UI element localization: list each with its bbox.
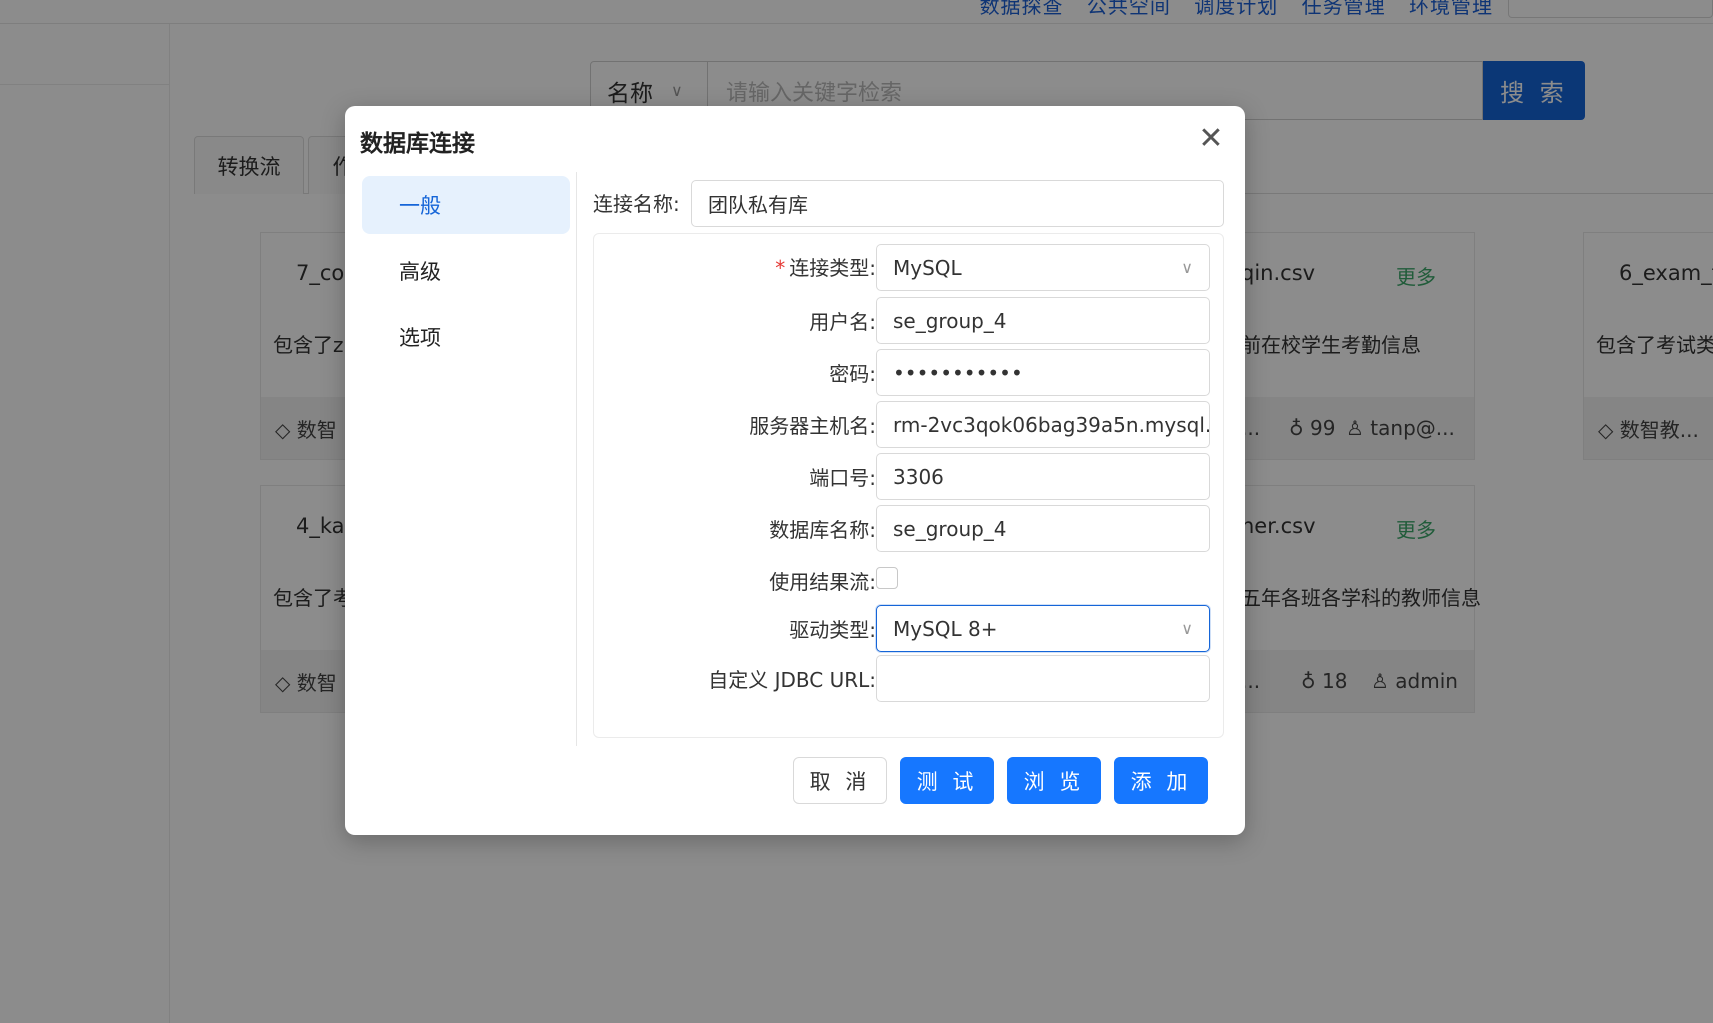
db-connection-dialog: 数据库连接 ✕ 一般 高级 选项 连接名称: 团队私有库 * 连接类型: 用户名:… [345,106,1245,835]
driver-select[interactable]: MySQL 8+ ∨ [876,605,1210,652]
label-column: * 连接类型: 用户名: 密码: 服务器主机名: 端口号: 数据库名称: 使用结果… [594,234,876,737]
side-menu-general[interactable]: 一般 [362,176,570,234]
username-label: 用户名: [809,310,876,334]
close-icon[interactable]: ✕ [1195,124,1227,156]
dialog-side-menu: 一般 高级 选项 [362,176,570,374]
chevron-down-icon: ∨ [1181,258,1193,277]
side-menu-options[interactable]: 选项 [362,308,570,366]
add-button[interactable]: 添 加 [1114,757,1208,804]
conn-type-label: * 连接类型: [775,256,876,280]
driver-label: 驱动类型: [789,618,876,642]
required-asterisk: * [775,256,786,280]
connection-name-label: 连接名称: [593,192,680,216]
chevron-down-icon: ∨ [1181,619,1193,638]
test-button[interactable]: 测 试 [900,757,994,804]
connection-settings-panel: * 连接类型: 用户名: 密码: 服务器主机名: 端口号: 数据库名称: 使用结果… [593,233,1224,738]
password-label: 密码: [829,362,876,386]
side-divider [576,172,577,746]
username-input[interactable]: se_group_4 [876,297,1210,344]
jdbc-url-label: 自定义 JDBC URL: [708,668,876,692]
host-input[interactable]: rm-2vc3qok06bag39a5n.mysql.c [876,401,1210,448]
jdbc-url-input[interactable] [876,655,1210,702]
host-label: 服务器主机名: [749,414,876,438]
dialog-title: 数据库连接 [360,131,475,157]
dbname-input[interactable]: se_group_4 [876,505,1210,552]
port-input[interactable]: 3306 [876,453,1210,500]
dbname-label: 数据库名称: [769,518,876,542]
conn-type-select[interactable]: MySQL ∨ [876,244,1210,291]
password-input[interactable]: ••••••••••• [876,349,1210,396]
side-menu-advanced[interactable]: 高级 [362,242,570,300]
browse-button[interactable]: 浏 览 [1007,757,1101,804]
cancel-button[interactable]: 取 消 [793,757,887,804]
result-stream-label: 使用结果流: [769,570,876,594]
result-stream-checkbox[interactable] [876,567,898,589]
port-label: 端口号: [809,466,876,490]
driver-value: MySQL 8+ [893,616,998,641]
conn-type-value: MySQL [893,255,962,280]
connection-name-input[interactable]: 团队私有库 [691,180,1224,227]
